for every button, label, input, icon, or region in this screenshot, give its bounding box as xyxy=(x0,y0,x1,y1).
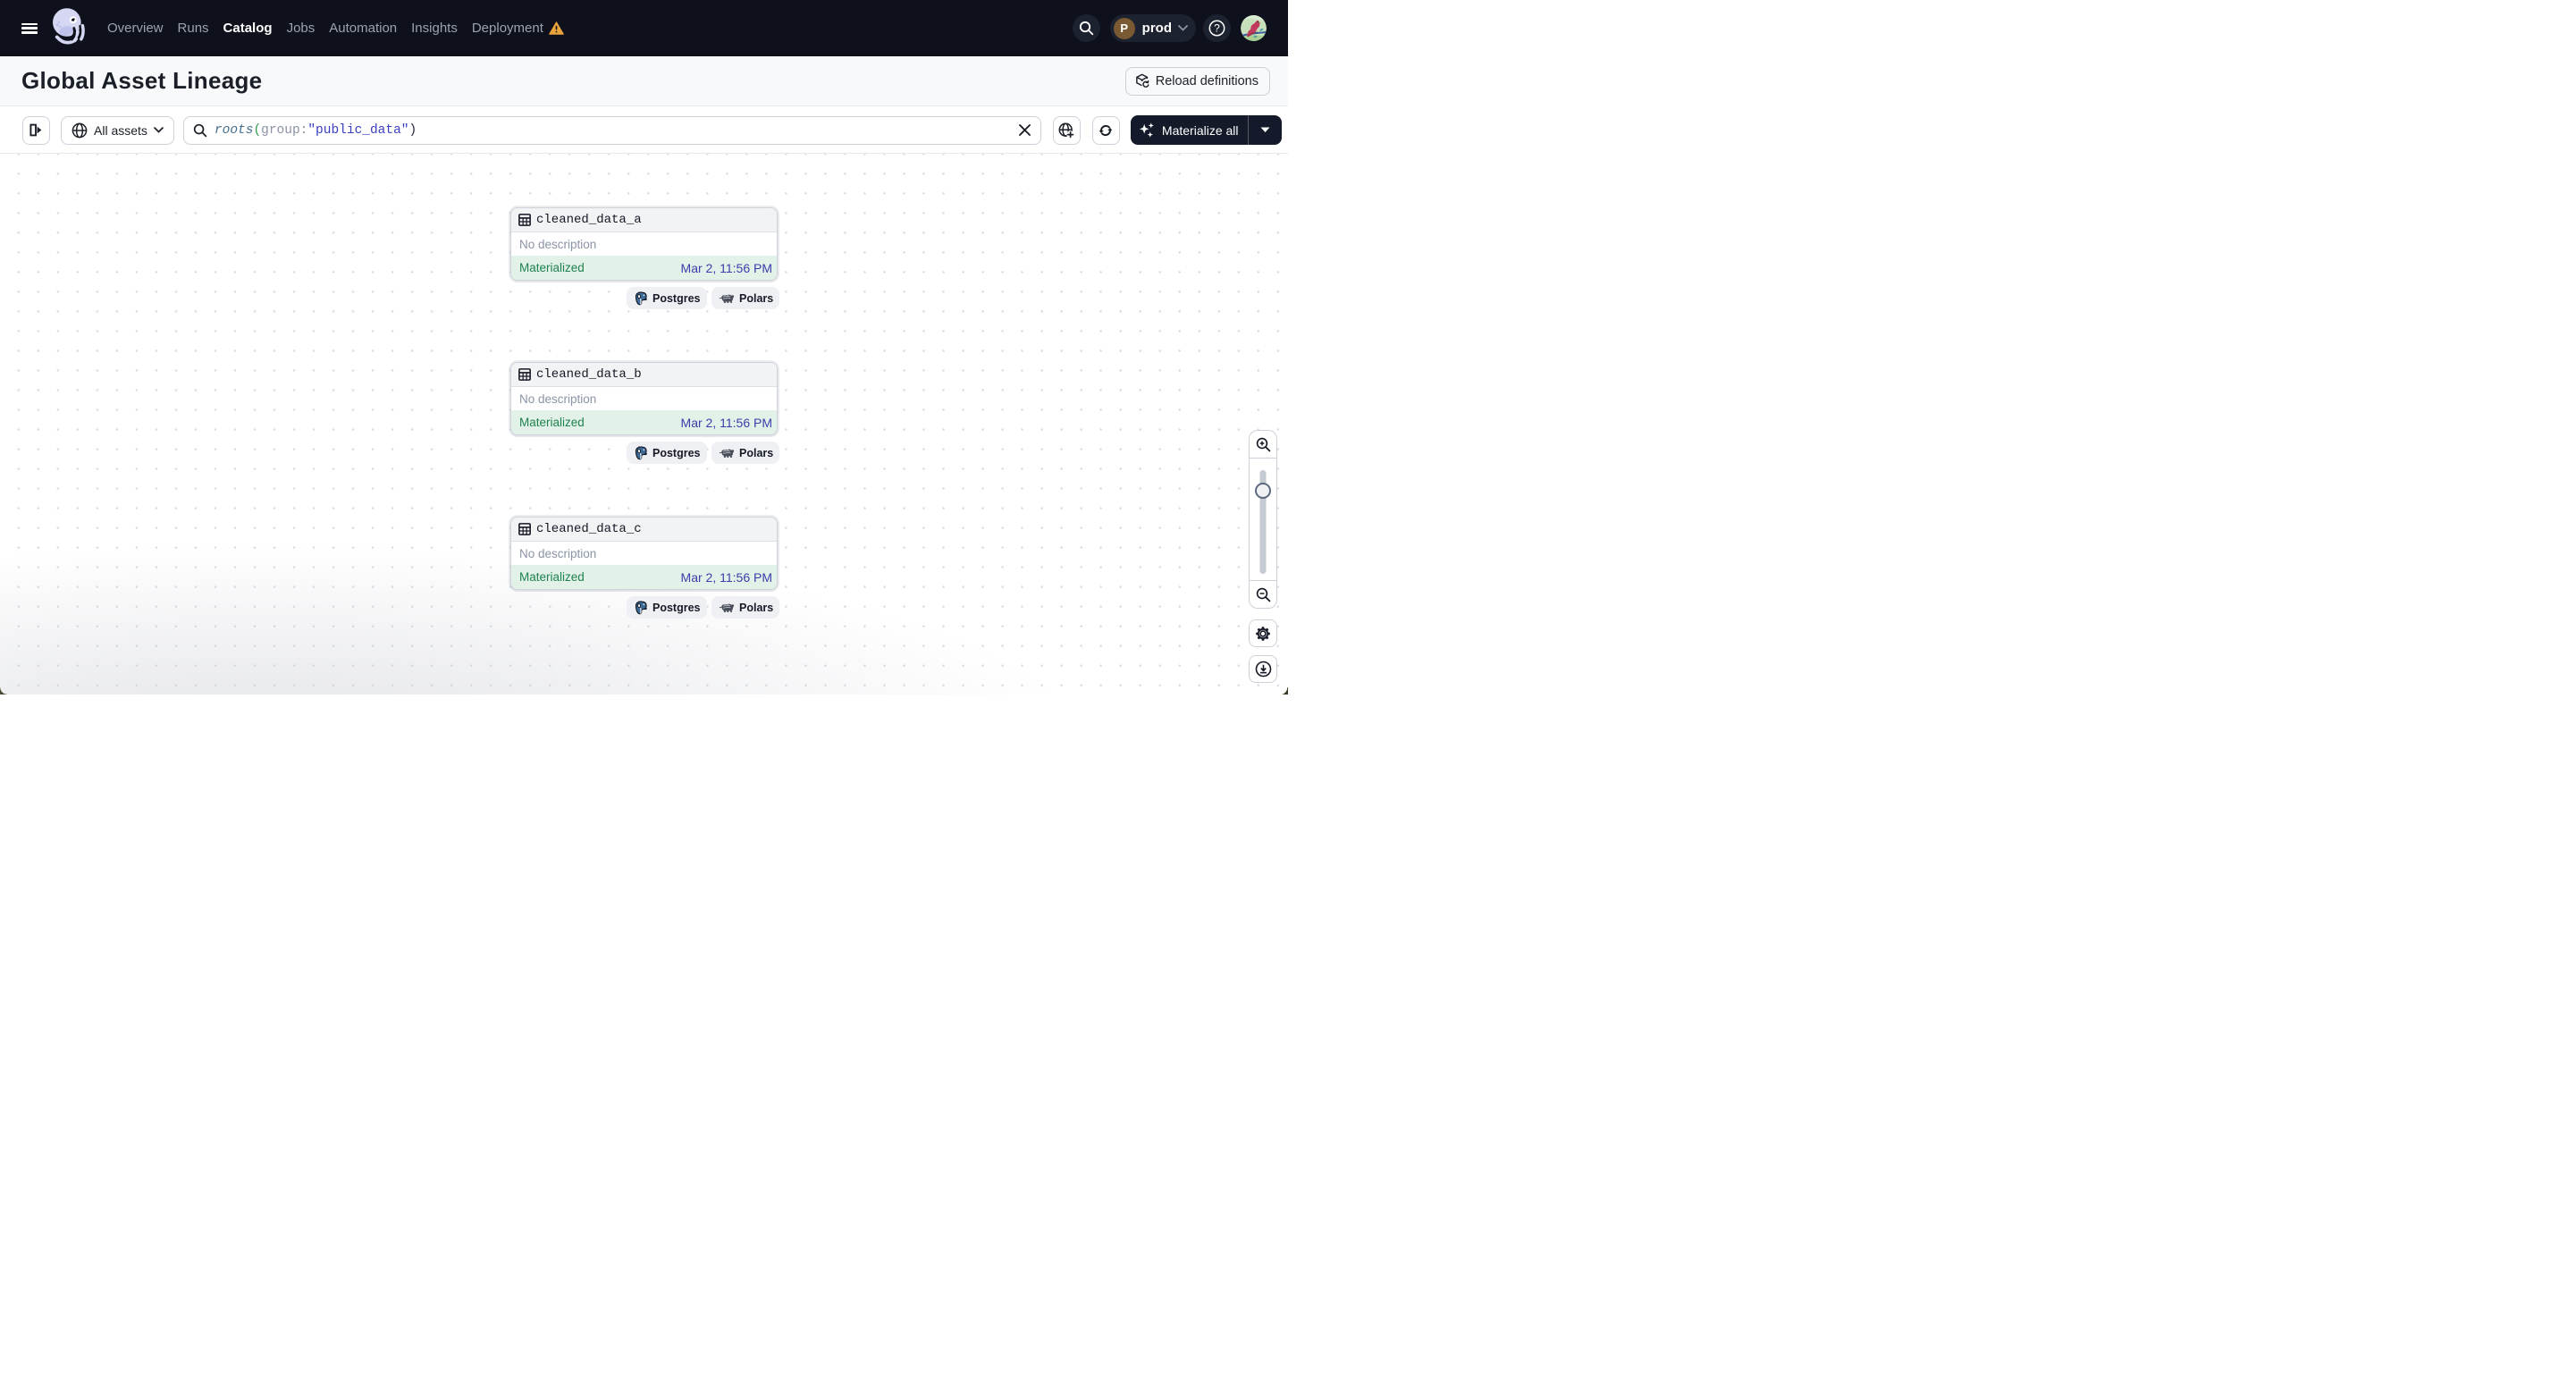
svg-text:?: ? xyxy=(1214,22,1220,35)
